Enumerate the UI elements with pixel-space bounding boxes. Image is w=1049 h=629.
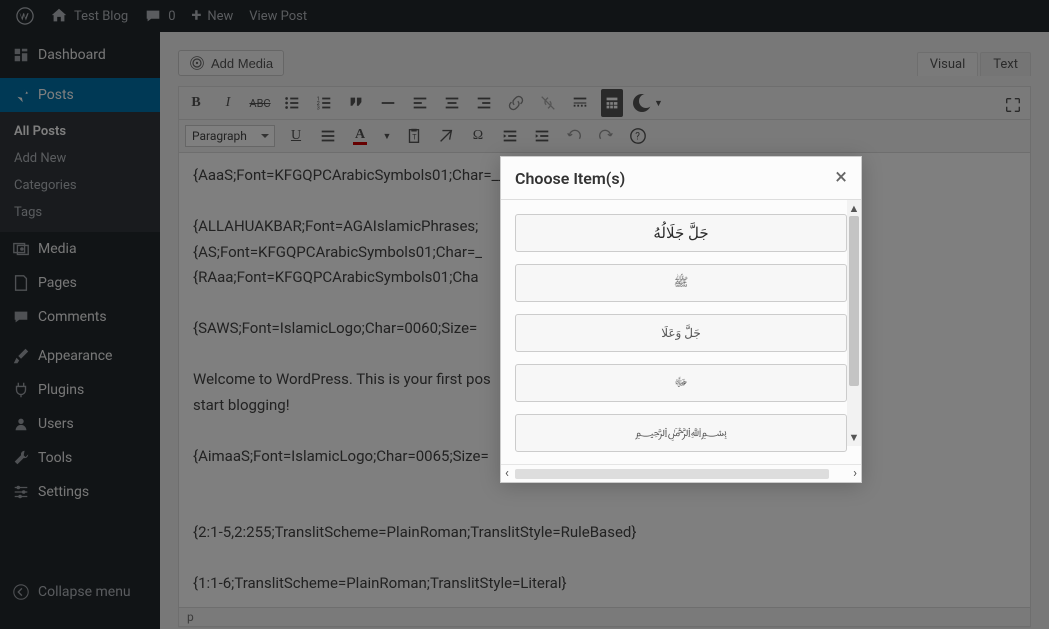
vscroll-thumb[interactable]: [849, 216, 859, 386]
scroll-right-icon[interactable]: ›: [853, 466, 857, 481]
modal-option[interactable]: ﷻ: [515, 364, 847, 402]
modal-body: جَلَّ جَلَالُهُ ﷺ جَلَّ وَعَلَا ﷻ ﷽: [501, 200, 861, 464]
scroll-up-icon[interactable]: ▲: [849, 203, 860, 214]
modal-title: Choose Item(s): [515, 169, 625, 188]
modal-option[interactable]: ﷺ: [515, 264, 847, 302]
close-icon[interactable]: ×: [835, 167, 847, 189]
scroll-left-icon[interactable]: ‹: [505, 466, 509, 481]
modal-option[interactable]: جَلَّ وَعَلَا: [515, 314, 847, 352]
modal-option[interactable]: ﷽: [515, 414, 847, 452]
choose-items-modal: Choose Item(s) × جَلَّ جَلَالُهُ ﷺ جَلَّ و…: [500, 156, 862, 483]
modal-vscrollbar[interactable]: ▲ ▼: [847, 200, 861, 446]
scroll-down-icon[interactable]: ▼: [849, 432, 860, 443]
modal-hscrollbar[interactable]: ‹ ›: [501, 464, 861, 482]
hscroll-thumb[interactable]: [515, 469, 829, 479]
modal-option[interactable]: جَلَّ جَلَالُهُ: [515, 214, 847, 252]
modal-header: Choose Item(s) ×: [501, 157, 861, 200]
